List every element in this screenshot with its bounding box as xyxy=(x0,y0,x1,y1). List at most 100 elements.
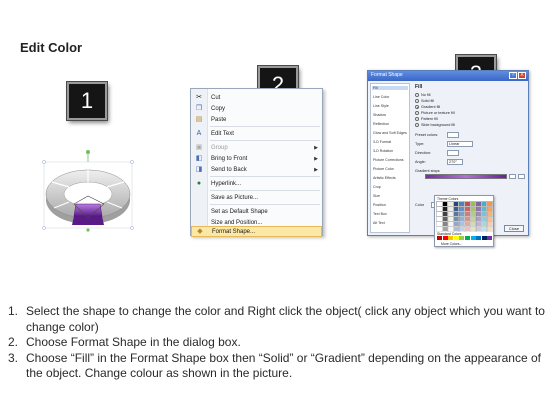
color-swatch[interactable] xyxy=(480,211,488,217)
more-colors-link[interactable]: More Colors... xyxy=(441,242,462,246)
gradient-stops-bar[interactable] xyxy=(425,174,507,179)
radio-gradient-fill[interactable] xyxy=(415,105,419,109)
color-swatch[interactable] xyxy=(469,226,477,232)
color-swatch[interactable] xyxy=(441,226,449,232)
color-swatch[interactable] xyxy=(486,221,494,227)
color-swatch[interactable] xyxy=(464,221,471,227)
direction-dropdown[interactable] xyxy=(447,150,459,156)
category-line-style[interactable]: Line Style xyxy=(373,104,389,108)
resize-handle-br[interactable] xyxy=(130,226,134,230)
category-fill[interactable]: Fill xyxy=(372,86,408,90)
color-swatch[interactable] xyxy=(447,216,455,222)
rotate-handle[interactable] xyxy=(86,150,90,154)
menu-item-save-as-picture[interactable]: Save as Picture... xyxy=(191,192,322,203)
standard-color-swatch[interactable] xyxy=(442,236,448,240)
category-glow[interactable]: Glow and Soft Edges xyxy=(373,131,407,135)
color-swatch[interactable] xyxy=(464,211,471,217)
category-picture-corrections[interactable]: Picture Corrections xyxy=(373,158,404,162)
color-swatch[interactable] xyxy=(452,216,460,222)
menu-item-send-to-back[interactable]: ◨ Send to Back ▶ xyxy=(191,164,322,175)
color-swatch[interactable] xyxy=(475,216,483,222)
resize-handle-bottom[interactable] xyxy=(86,228,90,232)
color-swatch[interactable] xyxy=(475,226,483,232)
purple-segment[interactable] xyxy=(73,203,103,217)
category-picture-color[interactable]: Picture Color xyxy=(373,167,394,171)
color-swatch[interactable] xyxy=(452,211,460,217)
color-swatch[interactable] xyxy=(447,221,455,227)
color-swatch[interactable] xyxy=(441,221,449,227)
color-swatch[interactable] xyxy=(464,226,471,232)
color-swatch[interactable] xyxy=(441,201,449,207)
menu-item-group[interactable]: ▣ Group ▶ xyxy=(191,142,322,153)
category-shadow[interactable]: Shadow xyxy=(373,113,386,117)
segmented-ring-shape[interactable] xyxy=(38,150,148,260)
color-swatch[interactable] xyxy=(480,221,488,227)
color-swatch[interactable] xyxy=(436,201,443,207)
menu-item-paste[interactable]: ▤ Paste xyxy=(191,114,322,125)
color-swatch[interactable] xyxy=(486,226,494,232)
standard-color-swatch[interactable] xyxy=(459,236,465,240)
menu-item-cut[interactable]: ✂ Cut xyxy=(191,92,322,103)
color-swatch[interactable] xyxy=(486,211,494,217)
color-swatch[interactable] xyxy=(458,201,466,207)
color-swatch[interactable] xyxy=(464,206,471,212)
close-icon[interactable]: X xyxy=(518,72,526,79)
color-swatch[interactable] xyxy=(458,206,466,212)
standard-color-swatch[interactable] xyxy=(487,236,493,240)
menu-item-set-default-shape[interactable]: Set as Default Shape xyxy=(191,206,322,217)
color-swatch[interactable] xyxy=(480,226,488,232)
category-size[interactable]: Size xyxy=(373,194,380,198)
help-button[interactable]: ? xyxy=(509,72,517,79)
color-swatch[interactable] xyxy=(441,211,449,217)
category-reflection[interactable]: Reflection xyxy=(373,122,389,126)
color-swatch[interactable] xyxy=(447,201,455,207)
color-swatch[interactable] xyxy=(452,221,460,227)
standard-color-swatch[interactable] xyxy=(481,236,487,240)
color-swatch[interactable] xyxy=(447,206,455,212)
color-swatch[interactable] xyxy=(469,216,477,222)
color-swatch[interactable] xyxy=(475,206,483,212)
category-alt-text[interactable]: Alt Text xyxy=(373,221,385,225)
category-3d-format[interactable]: 3-D Format xyxy=(373,140,391,144)
color-swatch[interactable] xyxy=(486,216,494,222)
color-swatch[interactable] xyxy=(464,201,471,207)
category-text-box[interactable]: Text Box xyxy=(373,212,387,216)
color-swatch[interactable] xyxy=(480,201,488,207)
radio-slide-background-fill[interactable] xyxy=(415,123,419,127)
standard-color-swatch[interactable] xyxy=(448,236,454,240)
color-swatch[interactable] xyxy=(480,216,488,222)
add-stop-button[interactable] xyxy=(509,174,516,179)
menu-item-copy[interactable]: ❐ Copy xyxy=(191,103,322,114)
color-swatch[interactable] xyxy=(441,206,449,212)
resize-handle-bl[interactable] xyxy=(42,226,46,230)
category-crop[interactable]: Crop xyxy=(373,185,381,189)
color-swatch[interactable] xyxy=(436,206,443,212)
color-swatch[interactable] xyxy=(475,211,483,217)
color-swatch[interactable] xyxy=(480,206,488,212)
color-swatch[interactable] xyxy=(475,221,483,227)
category-artistic-effects[interactable]: Artistic Effects xyxy=(373,176,396,180)
color-swatch[interactable] xyxy=(436,221,443,227)
color-swatch[interactable] xyxy=(458,226,466,232)
standard-color-swatch[interactable] xyxy=(453,236,459,240)
color-swatch[interactable] xyxy=(447,226,455,232)
category-line-color[interactable]: Line Color xyxy=(373,95,389,99)
remove-stop-button[interactable] xyxy=(518,174,525,179)
color-swatch[interactable] xyxy=(458,221,466,227)
resize-handle-tr[interactable] xyxy=(130,160,134,164)
radio-no-fill[interactable] xyxy=(415,93,419,97)
color-swatch[interactable] xyxy=(469,211,477,217)
menu-item-hyperlink[interactable]: ● Hyperlink... xyxy=(191,178,322,189)
menu-item-bring-to-front[interactable]: ◧ Bring to Front ▶ xyxy=(191,153,322,164)
resize-handle-tl[interactable] xyxy=(42,160,46,164)
color-swatch[interactable] xyxy=(458,216,466,222)
color-swatch[interactable] xyxy=(475,201,483,207)
menu-item-format-shape[interactable]: ◆ Format Shape... xyxy=(191,226,322,237)
color-swatch[interactable] xyxy=(486,206,494,212)
color-swatch[interactable] xyxy=(452,226,460,232)
dialog-title-bar[interactable]: Format Shape ? X xyxy=(368,71,528,81)
category-position[interactable]: Position xyxy=(373,203,386,207)
color-swatch[interactable] xyxy=(447,211,455,217)
color-swatch[interactable] xyxy=(486,201,494,207)
color-swatch[interactable] xyxy=(452,201,460,207)
